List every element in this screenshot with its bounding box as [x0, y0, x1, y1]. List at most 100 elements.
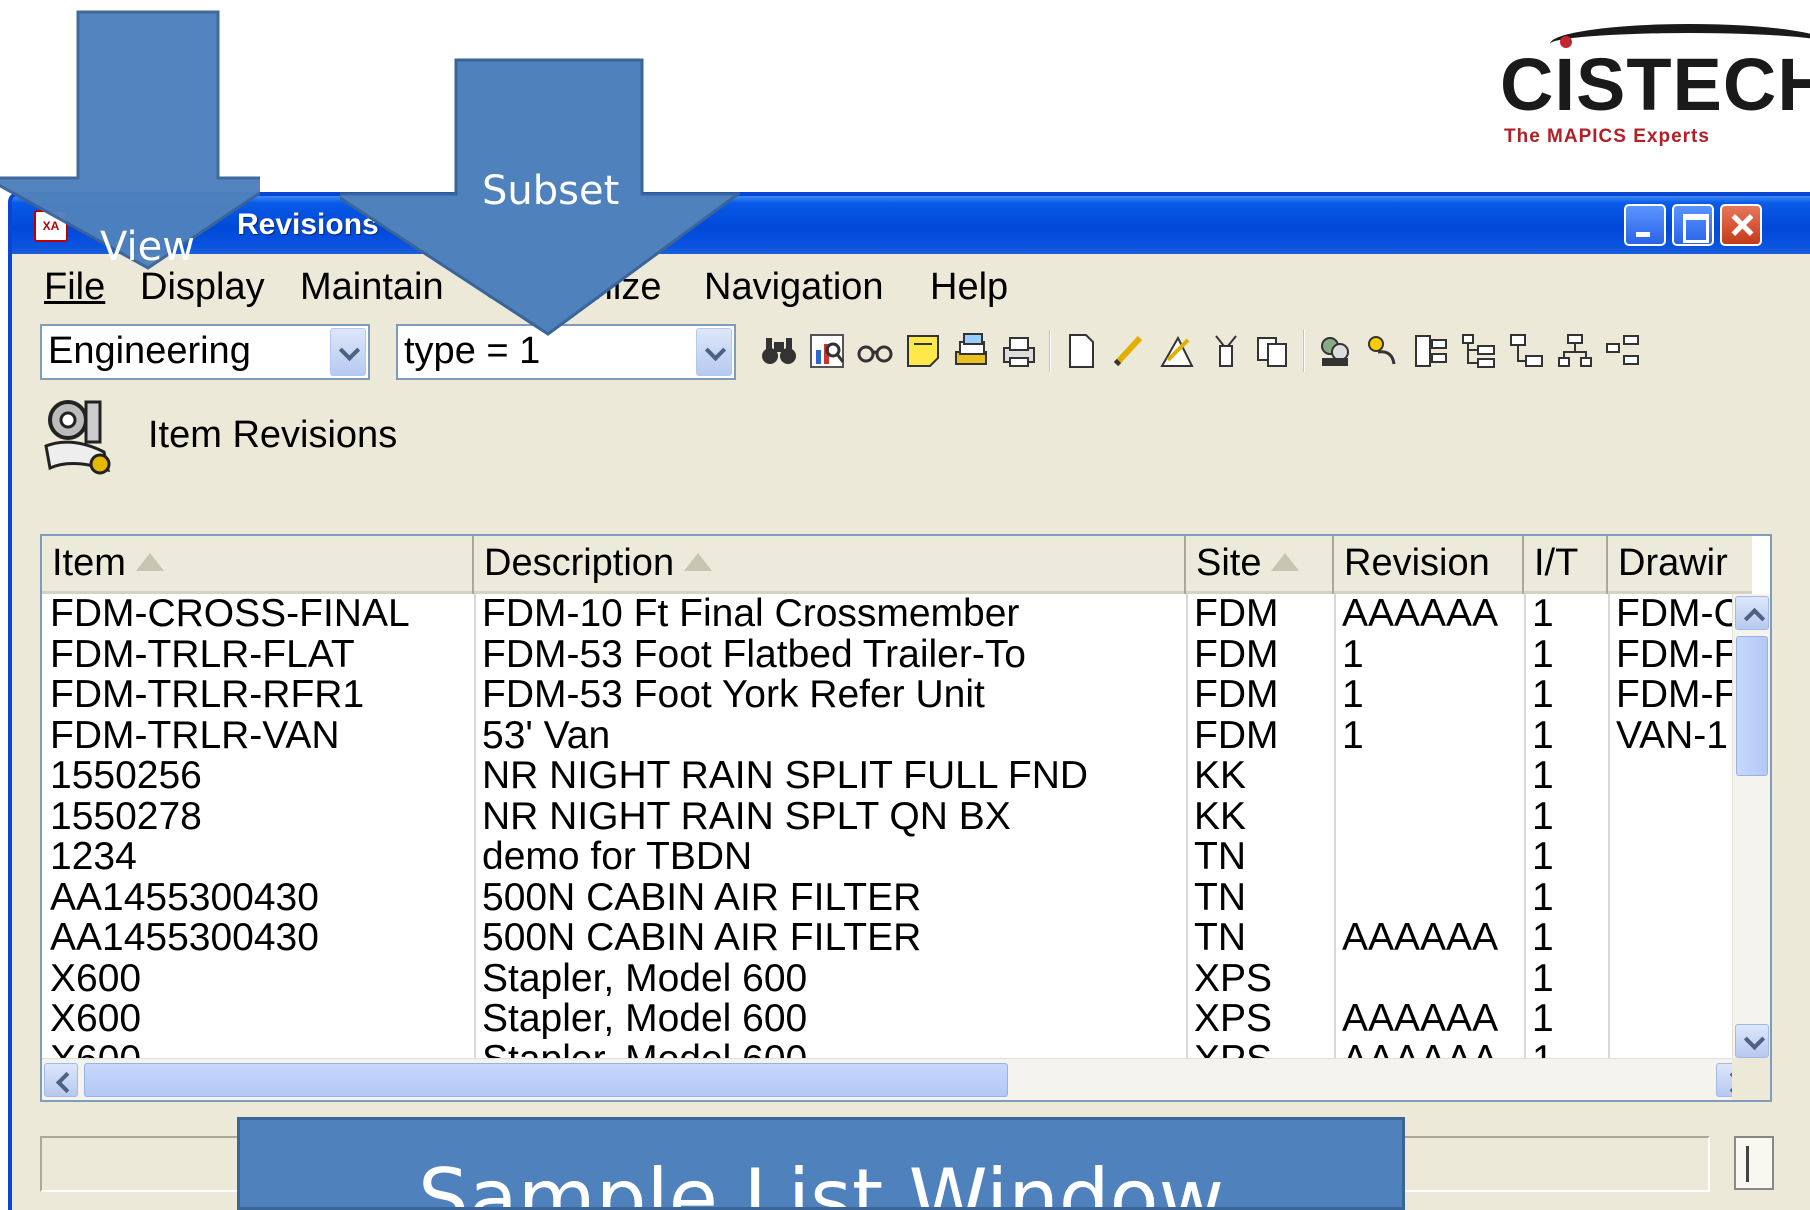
item-revisions-icon: [42, 396, 120, 480]
table-row[interactable]: 1234 demo for TBDN TN 1: [42, 837, 1752, 878]
cell-description: 500N CABIN AIR FILTER: [482, 918, 922, 959]
edit-pencil-icon[interactable]: [1109, 328, 1149, 374]
vertical-scrollbar[interactable]: [1732, 594, 1770, 1060]
cell-drawing: [1608, 999, 1752, 1040]
horizontal-scrollbar[interactable]: [42, 1058, 1752, 1100]
cell-site: TN: [1194, 877, 1246, 918]
table-row[interactable]: FDM-TRLR-RFR1 FDM-53 Foot York Refer Unit…: [42, 675, 1752, 716]
table-row[interactable]: 1550256 NR NIGHT RAIN SPLIT FULL FND KK 1: [42, 756, 1752, 797]
stack-icon[interactable]: [951, 328, 991, 374]
copy-icon[interactable]: [1253, 328, 1293, 374]
workflow-icon[interactable]: [1363, 328, 1403, 374]
cell-it: 1: [1532, 715, 1554, 756]
cell-revision: 1: [1342, 675, 1364, 716]
note-icon[interactable]: [903, 328, 943, 374]
view-select[interactable]: Engineering: [40, 324, 370, 380]
column-header-it[interactable]: I/T: [1524, 536, 1608, 594]
column-header-item[interactable]: Item: [42, 536, 474, 594]
cell-description: FDM-53 Foot York Refer Unit: [482, 675, 985, 716]
item-list[interactable]: Item Description Site Revision I/T Drawi…: [40, 534, 1772, 1102]
table-row[interactable]: FDM-TRLR-VAN 53' Van FDM 1 1 VAN-1: [42, 716, 1752, 757]
table-row[interactable]: AA1455300430 500N CABIN AIR FILTER TN AAAAA…: [42, 918, 1752, 959]
cell-item: FDM-TRLR-VAN: [50, 715, 340, 756]
cell-revision: 1: [1342, 715, 1364, 756]
cell-revision: [1334, 756, 1524, 797]
cell-description: FDM-10 Ft Final Crossmember: [482, 594, 1020, 635]
network-icon[interactable]: [1555, 328, 1595, 374]
toolbar-icons: [759, 328, 1643, 380]
view-select-value: Engineering: [48, 330, 251, 372]
item-revisions-window: XA Revisions File Display Maintain Custo…: [8, 192, 1810, 1210]
cell-drawing: FDM-F: [1616, 634, 1738, 675]
cell-site: XPS: [1194, 999, 1273, 1040]
column-header-description[interactable]: Description: [474, 536, 1186, 594]
table-row[interactable]: 1550278 NR NIGHT RAIN SPLT QN BX KK 1: [42, 797, 1752, 838]
cell-revision: [1334, 797, 1524, 838]
minimize-button[interactable]: [1624, 204, 1666, 246]
table-row[interactable]: AA1455300430 500N CABIN AIR FILTER TN 1: [42, 878, 1752, 919]
view-annotation-arrow: View: [0, 10, 260, 270]
hierarchy-expand-icon[interactable]: [1507, 328, 1547, 374]
sample-list-window-banner: Sample List Window: [237, 1117, 1405, 1210]
menu-display[interactable]: Display: [140, 266, 265, 309]
cell-it: 1: [1532, 675, 1554, 716]
cell-drawing: [1608, 797, 1752, 838]
scroll-up-button[interactable]: [1735, 596, 1769, 630]
table-row[interactable]: X600Stapler, Model 600XPSAAAAAA1: [42, 1040, 1752, 1061]
cell-item: AA1455300430: [50, 877, 319, 918]
toolbar: Engineering type = 1: [12, 314, 1810, 380]
column-header-drawing[interactable]: Drawir: [1608, 536, 1752, 594]
scroll-down-button[interactable]: [1735, 1024, 1769, 1058]
new-document-icon[interactable]: [1061, 328, 1101, 374]
print-icon[interactable]: [999, 328, 1039, 374]
more-icon[interactable]: [1603, 328, 1643, 374]
cell-item: X600: [50, 958, 142, 999]
menu-file[interactable]: File: [44, 266, 105, 309]
scrollbar-corner: [1732, 1058, 1770, 1100]
cell-description: 500N CABIN AIR FILTER: [482, 877, 922, 918]
cell-description: NR NIGHT RAIN SPLT QN BX: [482, 796, 1011, 837]
close-button[interactable]: [1720, 204, 1762, 246]
cell-revision: AAAAAA: [1342, 918, 1499, 959]
cell-drawing: [1608, 756, 1752, 797]
cell-it: 1: [1532, 958, 1554, 999]
cell-site: FDM: [1194, 675, 1279, 716]
cell-item: 1550278: [50, 796, 202, 837]
scroll-left-button[interactable]: [44, 1063, 78, 1097]
column-header-site[interactable]: Site: [1186, 536, 1334, 594]
tree-view-icon[interactable]: [1411, 328, 1451, 374]
cell-item: 1234: [50, 837, 137, 878]
chart-icon[interactable]: [807, 328, 847, 374]
hierarchy-icon[interactable]: [1459, 328, 1499, 374]
horizontal-scroll-thumb[interactable]: [84, 1063, 1008, 1097]
column-header-revision[interactable]: Revision: [1334, 536, 1524, 594]
subset-annotation-arrow: Subset: [340, 58, 740, 348]
list-rows: FDM-CROSS-FINAL FDM-10 Ft Final Crossmemb…: [42, 594, 1752, 1060]
table-row[interactable]: FDM-TRLR-FLAT FDM-53 Foot Flatbed Trailer…: [42, 635, 1752, 676]
table-row[interactable]: X600 Stapler, Model 600 XPS 1: [42, 959, 1752, 1000]
menu-help[interactable]: Help: [930, 266, 1008, 309]
cistech-logo: CISTECH The MAPICS Experts: [1490, 18, 1810, 148]
cell-it: 1: [1532, 918, 1554, 959]
table-row[interactable]: FDM-CROSS-FINAL FDM-10 Ft Final Crossmemb…: [42, 594, 1752, 635]
cell-drawing: VAN-1: [1616, 715, 1728, 756]
people-icon[interactable]: [1315, 328, 1355, 374]
maximize-button[interactable]: [1672, 204, 1714, 246]
cell-revision: [1334, 837, 1524, 878]
cell-drawing: [1608, 959, 1752, 1000]
cut-icon[interactable]: [1205, 328, 1245, 374]
find-icon[interactable]: [759, 328, 799, 374]
toolbar-separator: [1303, 330, 1305, 372]
glasses-icon[interactable]: [855, 328, 895, 374]
cell-it: 1: [1524, 1040, 1608, 1061]
subset-annotation-label: Subset: [482, 168, 620, 214]
edit-form-icon[interactable]: [1157, 328, 1197, 374]
vertical-scroll-thumb[interactable]: [1736, 636, 1768, 776]
column-header-row: Item Description Site Revision I/T Drawi…: [42, 536, 1752, 594]
cell-drawing: FDM-F: [1616, 675, 1738, 716]
title-bar[interactable]: XA Revisions: [12, 196, 1810, 254]
table-row[interactable]: X600Stapler, Model 600XPSAAAAAA1: [42, 999, 1752, 1040]
cell-site: KK: [1194, 756, 1247, 797]
cell-it: 1: [1532, 877, 1554, 918]
banner-text: Sample List Window: [417, 1152, 1225, 1210]
